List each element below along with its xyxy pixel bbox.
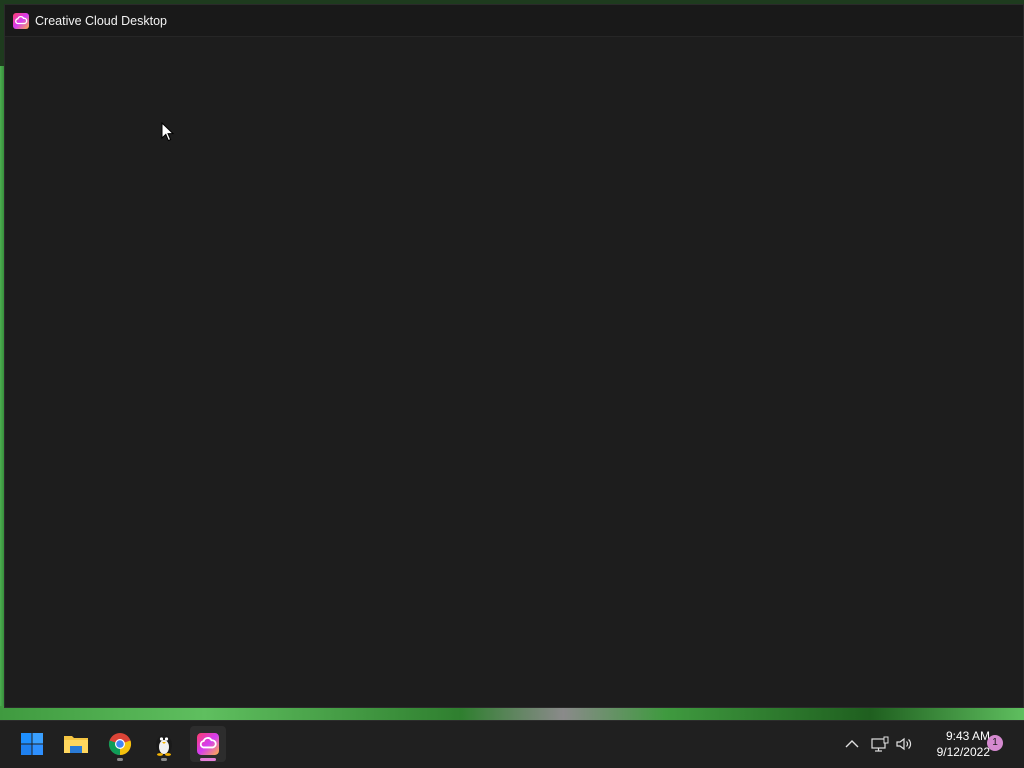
network-button[interactable] (870, 734, 890, 754)
penguin-icon (156, 735, 172, 756)
mouse-pointer-icon (161, 122, 175, 142)
show-hidden-icons-button[interactable] (842, 734, 862, 754)
volume-button[interactable] (894, 734, 914, 754)
file-explorer-button[interactable] (58, 726, 94, 762)
speaker-icon (896, 737, 912, 751)
creative-cloud-button[interactable] (190, 726, 226, 762)
windows-logo-icon (21, 733, 43, 755)
network-icon (871, 736, 889, 752)
folder-icon (64, 736, 88, 753)
notification-badge[interactable]: 1 (987, 735, 1003, 751)
creative-cloud-icon (197, 733, 219, 755)
linux-app-button[interactable] (146, 726, 182, 762)
start-button[interactable] (14, 726, 50, 762)
active-indicator (200, 758, 216, 761)
chrome-icon (108, 733, 132, 756)
clock[interactable]: 9:43 AM 9/12/2022 (918, 728, 990, 760)
chevron-up-icon (845, 740, 859, 748)
window-title: Creative Cloud Desktop (35, 13, 168, 28)
clock-date: 9/12/2022 (936, 745, 990, 759)
creative-cloud-icon (13, 12, 29, 29)
desktop: Creative Cloud Desktop (0, 0, 1024, 720)
taskbar: 9:43 AM 9/12/2022 (0, 720, 1024, 768)
chrome-button[interactable] (102, 726, 138, 762)
desktop-wallpaper-edge-bottom (0, 706, 1024, 720)
creative-cloud-window[interactable]: Creative Cloud Desktop (4, 4, 1024, 708)
running-indicator (161, 758, 167, 761)
clock-time: 9:43 AM (945, 729, 990, 743)
window-titlebar[interactable]: Creative Cloud Desktop (5, 5, 1023, 37)
running-indicator (117, 758, 123, 761)
window-content-area (5, 37, 1023, 707)
